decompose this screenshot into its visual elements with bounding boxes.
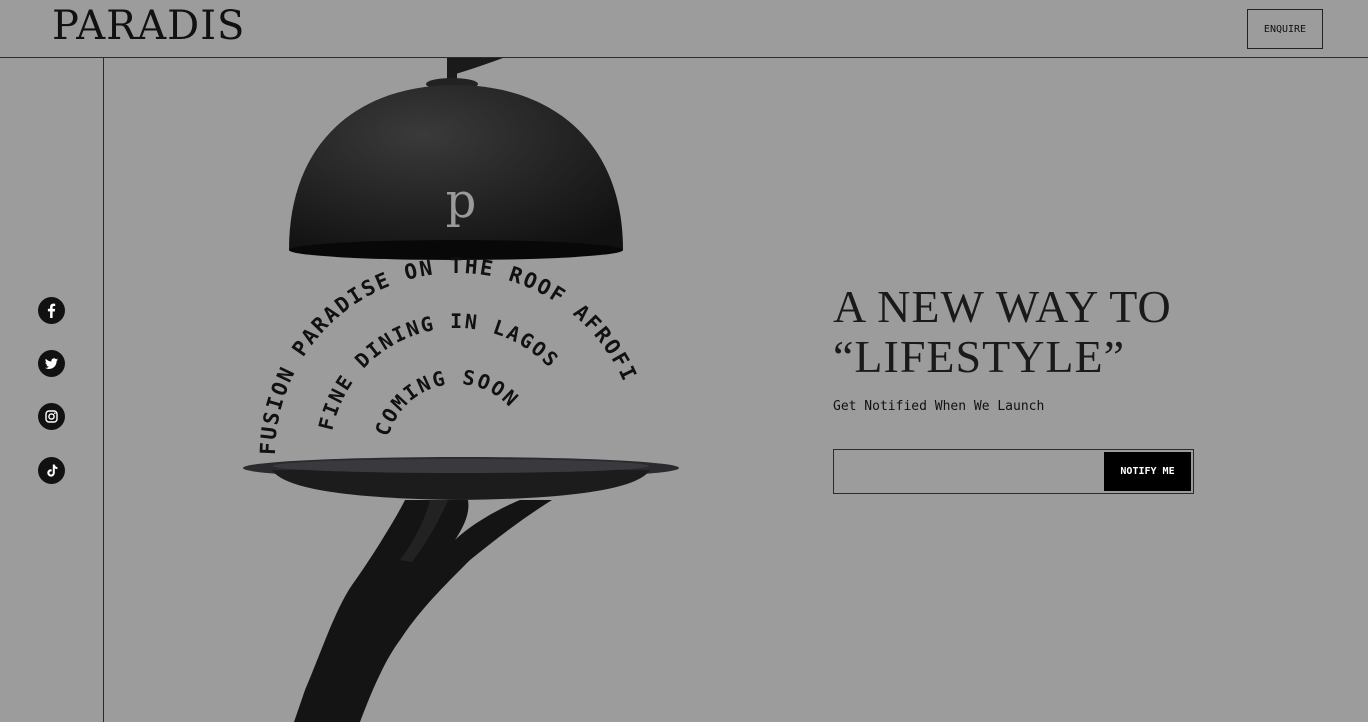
headline-line-1: A NEW WAY TO	[833, 281, 1172, 332]
tray-base	[272, 470, 650, 500]
email-input[interactable]	[834, 450, 1104, 493]
notify-form: NOTIFY ME	[833, 449, 1194, 494]
hero-headline: A NEW WAY TO “LIFESTYLE”	[833, 282, 1253, 382]
launch-subtitle: Get Notified When We Launch	[833, 399, 1045, 414]
notify-me-button[interactable]: NOTIFY ME	[1104, 452, 1191, 491]
arc-text-outer: FUSION PARADISE ON THE ROOF AFROFI	[256, 254, 642, 455]
arc-text-inner: COMING SOON	[370, 365, 524, 439]
arc-text-outer-path: FUSION PARADISE ON THE ROOF AFROFI	[256, 254, 640, 455]
enquire-button[interactable]: ENQUIRE	[1247, 9, 1323, 49]
tray-surface	[273, 459, 649, 473]
headline-line-2: “LIFESTYLE”	[833, 331, 1126, 382]
arc-text-inner-path: COMING SOON	[370, 365, 522, 439]
hero-illustration: p FUSION PARADISE ON THE ROOF AFROFI FIN…	[243, 58, 679, 722]
cloche-monogram: p	[446, 173, 477, 229]
